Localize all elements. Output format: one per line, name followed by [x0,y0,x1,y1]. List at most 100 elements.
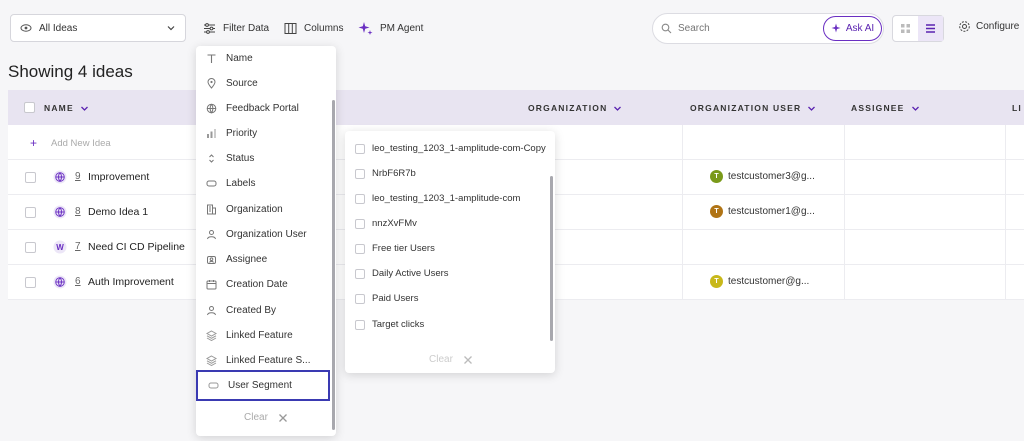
column-header-name[interactable]: NAME [44,103,89,113]
segment-checkbox[interactable] [355,243,365,254]
row-checkbox[interactable] [25,277,36,288]
column-header-label: ORGANIZATION [528,103,608,113]
segment-option[interactable]: Paid Users [355,293,418,304]
select-all-checkbox[interactable] [24,102,35,113]
field-item-source[interactable]: Source [196,71,336,95]
idea-title[interactable]: Demo Idea 1 [88,206,148,218]
row-checkbox[interactable] [25,207,36,218]
segment-checkbox[interactable] [355,143,365,154]
list-icon [926,24,935,33]
field-item-priority[interactable]: Priority [196,121,336,145]
chevron-down-icon [165,22,177,34]
field-item-linked-feature-s[interactable]: Linked Feature S... [196,348,336,372]
field-item-created-by[interactable]: Created By [196,298,336,322]
field-item-creation-date[interactable]: Creation Date [196,272,336,296]
segment-option-label: Paid Users [372,293,419,304]
clear-label: Clear [244,412,268,423]
configure-button[interactable]: Configure [958,20,1019,33]
segment-checkbox[interactable] [355,193,365,204]
organization-user-cell: T testcustomer@g... [710,275,809,288]
sliders-icon [204,22,215,34]
page-title: Showing 4 ideas [8,62,133,81]
building-icon [207,204,216,214]
column-header-organization-user[interactable]: ORGANIZATION USER [690,103,816,113]
filter-data-button[interactable]: Filter Data [203,18,269,38]
organization-user-email: testcustomer3@g... [728,171,815,182]
segment-checkbox[interactable] [355,293,365,304]
add-new-idea-button[interactable]: + Add New Idea [30,136,111,150]
idea-title[interactable]: Auth Improvement [88,276,174,288]
field-item-user-segment[interactable]: User Segment [196,370,330,401]
idea-id[interactable]: 7 [75,241,81,252]
field-item-name[interactable]: Name [196,46,336,70]
idea-id[interactable]: 9 [75,171,81,182]
column-header-assignee[interactable]: ASSIGNEE [851,103,920,113]
segment-option[interactable]: nnzXvFMv [355,218,417,229]
calendar-icon [206,279,217,289]
row-checkbox[interactable] [25,242,36,253]
segment-option[interactable]: leo_testing_1203_1-amplitude-com-Copy [355,143,546,154]
segment-option-label: leo_testing_1203_1-amplitude-com [372,193,521,204]
segment-option[interactable]: Free tier Users [355,243,435,254]
svg-text:W: W [56,243,64,252]
view-select[interactable]: All Ideas [10,14,186,42]
chevron-down-icon [911,106,919,111]
segment-checkbox[interactable] [355,168,365,179]
segment-option-label: Free tier Users [372,243,435,254]
idea-id[interactable]: 6 [75,276,81,287]
add-new-idea-label: Add New Idea [51,137,111,149]
field-item-organization-user[interactable]: Organization User [196,222,336,246]
segment-option-label: NrbF6R7b [372,168,416,179]
close-icon [463,355,472,364]
field-item-label: Source [226,77,258,89]
view-select-label: All Ideas [39,22,78,34]
field-item-organization[interactable]: Organization [196,197,336,221]
field-item-status[interactable]: Status [196,146,336,170]
ask-ai-button[interactable]: Ask AI [823,16,882,41]
row-checkbox[interactable] [25,172,36,183]
view-toggle [892,15,944,42]
avatar: T [710,170,723,183]
field-item-linked-feature[interactable]: Linked Feature [196,323,336,347]
user-icon [207,305,216,315]
plus-icon: + [30,136,38,150]
segment-option[interactable]: NrbF6R7b [355,168,416,179]
field-item-feedback-portal[interactable]: Feedback Portal [196,96,336,120]
column-header-organization[interactable]: ORGANIZATION [528,103,622,113]
field-item-label: Priority [226,127,258,139]
pm-agent-button[interactable]: PM Agent [358,18,423,38]
segment-option[interactable]: leo_testing_1203_1-amplitude-com [355,193,520,204]
column-header-linked[interactable]: LI [1012,103,1022,113]
gear-icon [959,21,970,32]
columns-icon [284,22,297,34]
idea-id[interactable]: 8 [75,206,81,217]
user-segment-dropdown: leo_testing_1203_1-amplitude-com-Copy Nr… [345,131,555,373]
segment-checkbox[interactable] [355,218,365,229]
dropdown-scrollbar[interactable] [550,176,553,341]
list-view-button[interactable] [918,16,943,41]
columns-button[interactable]: Columns [284,18,343,38]
assignee-icon [207,255,216,264]
idea-title[interactable]: Need CI CD Pipeline [88,241,185,253]
column-header-label: LI [1012,103,1022,113]
segment-option[interactable]: Target clicks [355,319,424,330]
avatar: T [710,205,723,218]
field-item-assignee[interactable]: Assignee [196,247,336,271]
sparkle-icon [831,23,841,33]
idea-title[interactable]: Improvement [88,171,149,183]
user-icon [207,229,216,239]
search-input[interactable] [678,23,808,34]
ask-ai-label: Ask AI [845,23,875,34]
eye-icon [19,21,33,35]
field-clear-button[interactable]: Clear [244,412,288,423]
field-item-labels[interactable]: Labels [196,171,336,195]
w-letter-icon: W [53,240,67,254]
segment-checkbox[interactable] [355,319,365,330]
field-item-label: Linked Feature [226,329,293,341]
dropdown-scrollbar[interactable] [332,100,335,430]
segment-option[interactable]: Daily Active Users [355,268,449,279]
grid-view-button[interactable] [893,16,918,41]
field-item-label: Linked Feature S... [226,354,311,366]
segment-checkbox[interactable] [355,268,365,279]
segment-clear-button[interactable]: Clear [429,354,473,365]
